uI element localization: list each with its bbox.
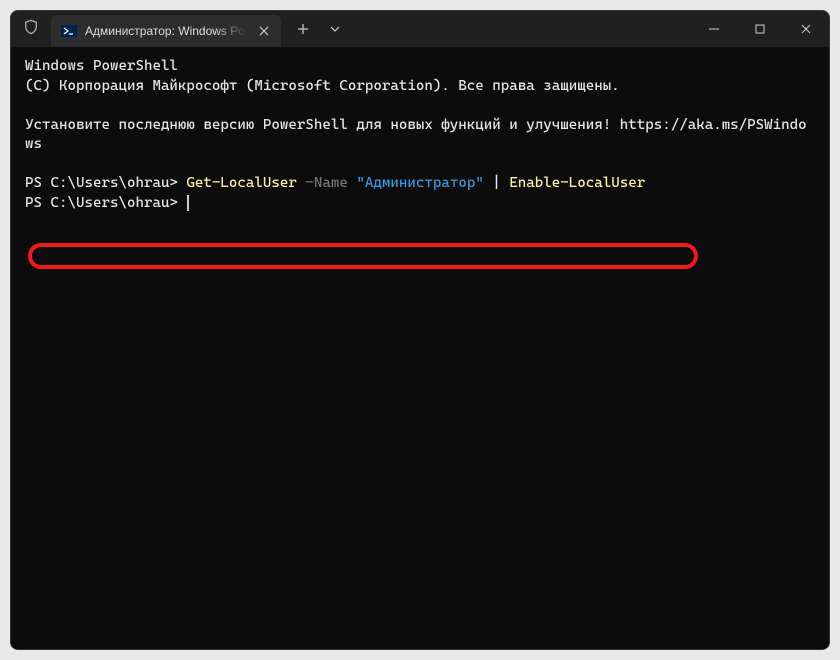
cmd-value: "Администратор" bbox=[348, 175, 484, 191]
banner-line-1: Windows PowerShell bbox=[25, 58, 178, 74]
cursor bbox=[187, 195, 189, 211]
cmd-param: -Name bbox=[297, 175, 348, 191]
prompt-2: PS C:\Users\ohrau> bbox=[25, 195, 186, 211]
cmd-pipe: | bbox=[484, 175, 510, 191]
chevron-down-icon bbox=[330, 24, 340, 34]
tab-close-button[interactable] bbox=[255, 22, 273, 40]
window-controls bbox=[691, 11, 829, 47]
minimize-icon bbox=[709, 24, 719, 34]
prompt-1: PS C:\Users\ohrau> bbox=[25, 175, 186, 191]
shield-icon bbox=[23, 19, 39, 40]
tab-active[interactable]: Администратор: Windows PowerShell bbox=[51, 15, 281, 47]
close-button[interactable] bbox=[783, 11, 829, 47]
terminal-body[interactable]: Windows PowerShell (C) Корпорация Майкро… bbox=[11, 47, 829, 649]
banner-line-3a: Установите последнюю версию PowerShell д… bbox=[25, 117, 620, 133]
maximize-button[interactable] bbox=[737, 11, 783, 47]
titlebar[interactable]: Администратор: Windows PowerShell bbox=[11, 11, 829, 47]
banner-line-2: (C) Корпорация Майкрософт (Microsoft Cor… bbox=[25, 78, 620, 94]
powershell-icon bbox=[61, 23, 77, 39]
annotation-highlight bbox=[28, 243, 698, 269]
titlebar-left: Администратор: Windows PowerShell bbox=[11, 11, 691, 47]
close-icon bbox=[801, 24, 811, 34]
minimize-button[interactable] bbox=[691, 11, 737, 47]
new-tab-button[interactable] bbox=[287, 11, 319, 47]
cmd-enable: Enable-LocalUser bbox=[509, 175, 645, 191]
close-icon bbox=[259, 26, 269, 36]
plus-icon bbox=[297, 23, 309, 35]
maximize-icon bbox=[755, 24, 765, 34]
tab-dropdown-button[interactable] bbox=[319, 11, 351, 47]
cmd-getlocaluser: Get-LocalUser bbox=[186, 175, 296, 191]
shield-icon-slot bbox=[11, 11, 51, 47]
tab-title: Администратор: Windows PowerShell bbox=[85, 24, 247, 38]
app-window: Администратор: Windows PowerShell bbox=[10, 10, 830, 650]
